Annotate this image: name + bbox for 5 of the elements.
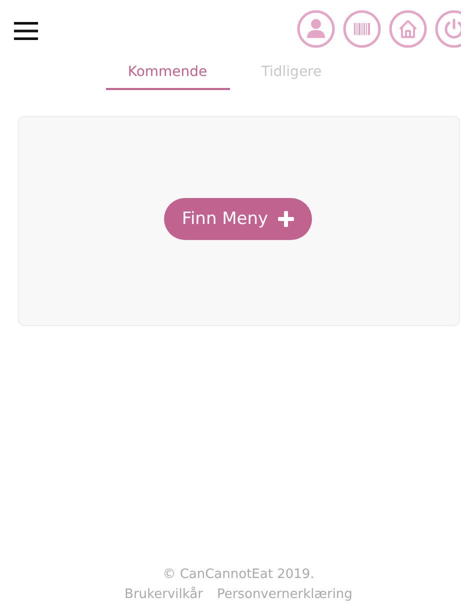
tab[interactable]: Kommende [106, 64, 230, 90]
footer-link[interactable]: Personvernerklæring [217, 585, 352, 605]
copyright-text: © CanCannotEat 2019. [162, 566, 314, 584]
footer-link[interactable]: Brukervilkår [124, 585, 203, 605]
find-menu-button[interactable]: Finn Meny [164, 198, 312, 240]
